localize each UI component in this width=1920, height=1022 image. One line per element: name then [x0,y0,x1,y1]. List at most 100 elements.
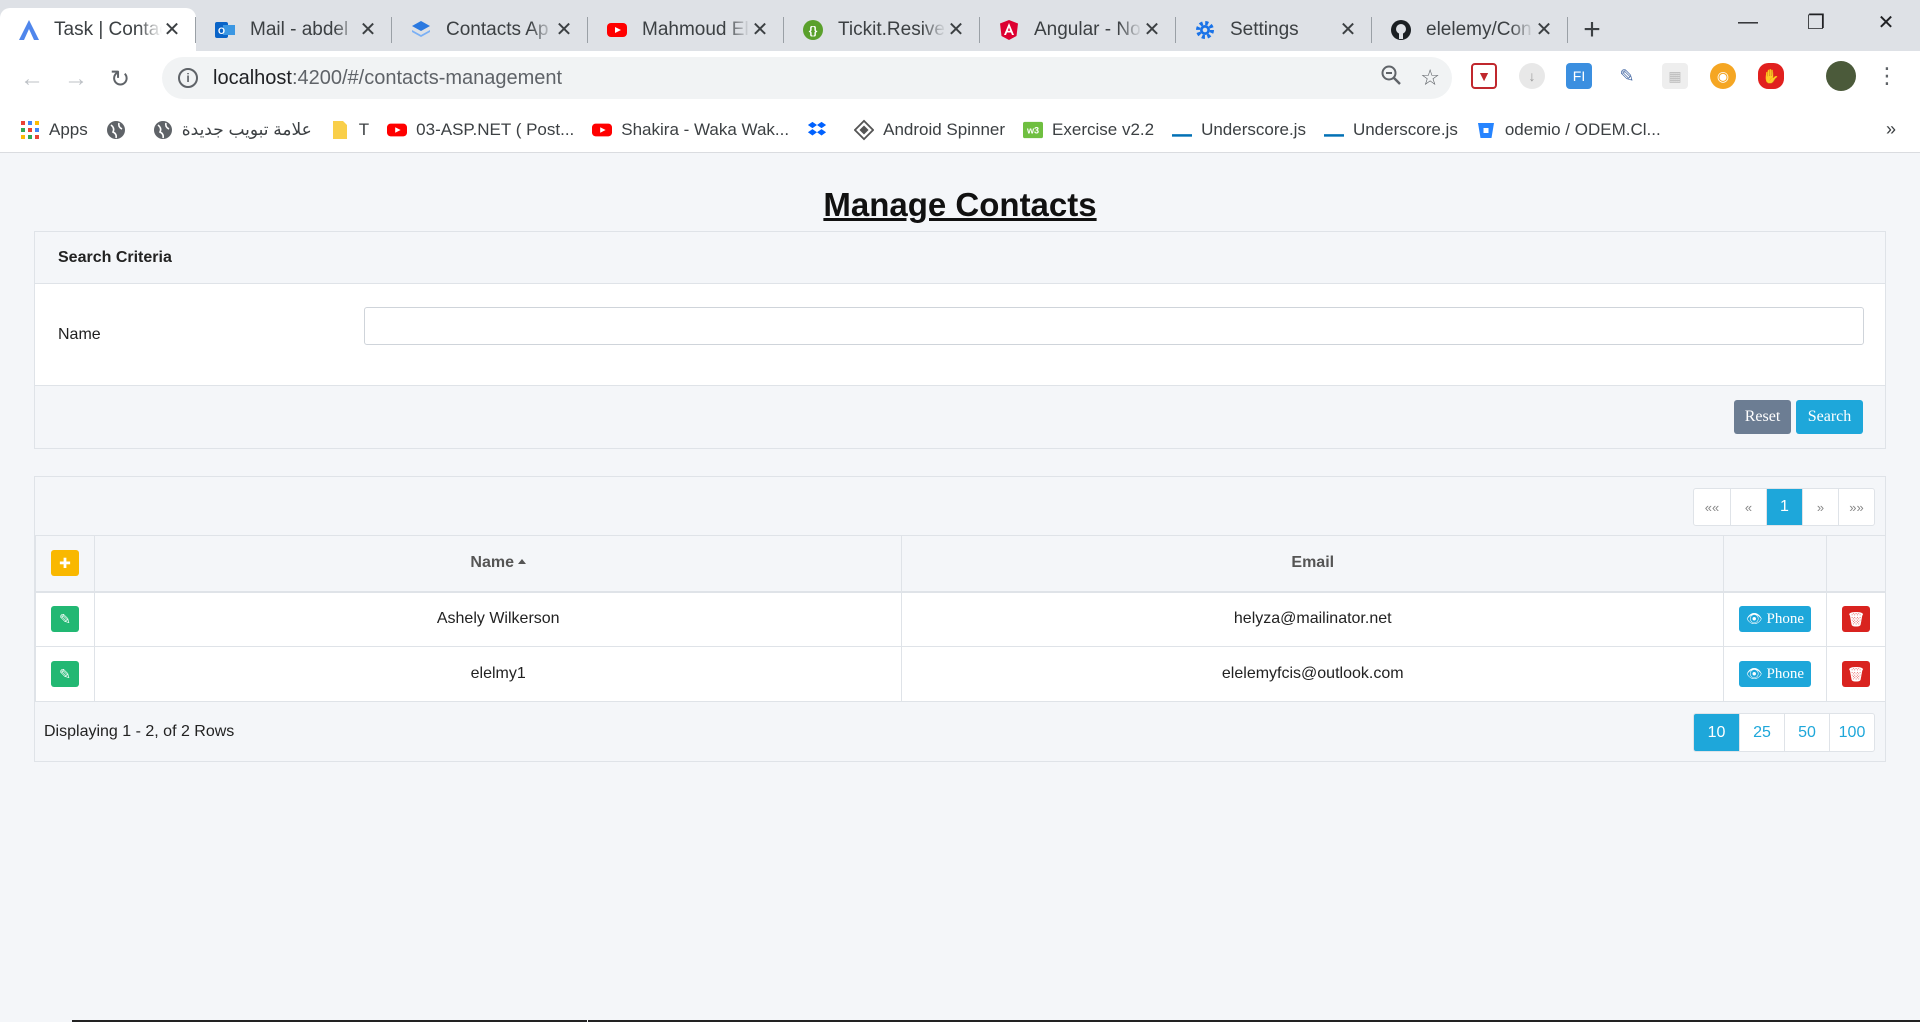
bookmark-shakira[interactable]: Shakira - Waka Wak... [592,120,789,140]
reset-button[interactable]: Reset [1734,400,1791,434]
svg-text:{}: {} [809,25,818,37]
bookmark-android-spinner[interactable]: Android Spinner [854,119,1005,140]
next-page-button[interactable]: » [1802,489,1838,525]
name-cell: elelmy1 [93,646,903,702]
angular-icon [998,19,1020,41]
minimize-button[interactable]: — [1714,0,1782,45]
first-page-button[interactable]: «« [1694,489,1730,525]
phone-button[interactable]: 👁 Phone [1738,606,1811,633]
browser-tab-1[interactable]: O Mail - abdel ✕ [196,8,392,51]
page-size-50[interactable]: 50 [1784,714,1829,751]
back-button[interactable]: ← [12,59,52,99]
close-icon[interactable]: ✕ [162,17,182,42]
bookmark-globe[interactable] [106,120,135,140]
forward-button[interactable]: → [56,59,96,99]
bookmark-aspnet[interactable]: 03-ASP.NET ( Post... [387,120,574,140]
page-button-current[interactable]: 1 [1766,489,1802,525]
add-contact-button[interactable]: ✚ [50,550,79,577]
close-icon[interactable]: ✕ [554,17,574,42]
browser-tab-2[interactable]: Contacts Ap ✕ [392,8,588,51]
download-extension-icon[interactable]: ↓ [1519,63,1545,89]
close-icon[interactable]: ✕ [750,17,770,42]
name-search-input[interactable] [364,307,1864,345]
info-icon[interactable]: i [178,68,198,88]
search-button[interactable]: Search [1796,400,1863,434]
svg-text:w3: w3 [1026,125,1039,135]
grid-extension-icon[interactable]: ▦ [1662,63,1688,89]
page-size-10[interactable]: 10 [1694,714,1739,751]
edit-button[interactable]: ✎ [50,606,79,633]
reload-button[interactable]: ↻ [100,59,140,99]
edit-icon: ✎ [59,610,71,627]
star-icon[interactable]: ☆ [1420,65,1440,91]
email-column-header[interactable]: Email [901,535,1725,593]
bitbucket-icon [1476,120,1496,140]
avatar[interactable] [1826,61,1856,91]
browser-tab-7[interactable]: elelemy/Con ✕ [1372,8,1568,51]
close-icon[interactable]: ✕ [358,17,378,42]
bookmark-new-tab-arabic[interactable]: علامة تبويب جديدة [153,120,312,140]
close-icon[interactable]: ✕ [1142,17,1162,42]
delete-button[interactable]: 🗑 [1841,661,1870,687]
close-icon[interactable]: ✕ [946,17,966,42]
globe-icon [106,120,126,140]
bookmarks-more-button[interactable]: » [1886,119,1896,140]
braces-icon: {} [802,19,824,41]
close-icon[interactable]: ✕ [1338,17,1358,42]
address-bar[interactable]: i localhost:4200/#/contacts-management ☆ [162,57,1452,99]
last-page-button[interactable]: »» [1838,489,1874,525]
browser-toolbar: ← → ↻ i localhost:4200/#/contacts-manage… [0,51,1920,107]
browser-tab-3[interactable]: Mahmoud El ✕ [588,8,784,51]
trash-icon: 🗑 [1847,665,1865,682]
prev-page-button[interactable]: « [1730,489,1766,525]
bookmark-dropbox[interactable] [807,120,836,140]
dropbox-icon [807,120,827,140]
add-column-header: ✚ [35,535,95,593]
bookmarks-bar: Apps علامة تبويب جديدة T 03-ASP.NET ( Po… [0,107,1920,153]
page-size-100[interactable]: 100 [1829,714,1874,751]
bookmark-odemio[interactable]: odemio / ODEM.Cl... [1476,120,1661,140]
url-text[interactable]: localhost:4200/#/contacts-management [213,67,562,90]
angular-a-icon [18,19,40,41]
phone-button[interactable]: 👁 Phone [1738,661,1811,687]
browser-tab-4[interactable]: {} Tickit.Resive ✕ [784,8,980,51]
browser-tab-0[interactable]: Task | Contac ✕ [0,8,196,51]
tab-title: Settings [1230,18,1299,40]
browser-tab-5[interactable]: Angular - No ✕ [980,8,1176,51]
globe-icon [153,120,173,140]
bookmark-underscore-1[interactable]: Underscore.js [1172,120,1306,140]
page-size-25[interactable]: 25 [1739,714,1784,751]
search-criteria-card: Search Criteria Name Reset Search [34,231,1886,449]
colorpick-extension-icon[interactable]: ◉ [1710,63,1736,89]
bookmark-folder-t[interactable]: T [330,120,369,140]
new-tab-button[interactable]: + [1572,8,1612,51]
youtube-icon [592,120,613,140]
tab-title: Contacts Ap [446,18,549,40]
bookmark-underscore-2[interactable]: Underscore.js [1323,120,1458,140]
browser-tab-6[interactable]: Settings ✕ [1176,8,1372,51]
folder-icon [330,120,350,140]
bookmark-exercise[interactable]: w3 Exercise v2.2 [1023,120,1154,140]
contacts-table: ✚ Name Email ✎ Ashely Wilkerson helyza@m… [35,535,1887,702]
fi-extension-icon[interactable]: FI [1566,63,1592,89]
rows-info-text: Displaying 1 - 2, of 2 Rows [44,723,235,740]
close-icon[interactable]: ✕ [1534,17,1554,42]
edit-icon: ✎ [59,665,71,682]
youtube-icon [387,120,408,140]
phone-column-header [1723,535,1827,593]
table-row: ✎ Ashely Wilkerson helyza@mailinator.net… [35,591,1887,647]
bookmark-apps[interactable]: Apps [20,120,88,140]
close-window-button[interactable]: ✕ [1852,0,1920,45]
name-form-row: Name [35,284,1885,386]
restore-button[interactable]: ❐ [1782,0,1850,45]
eyedropper-extension-icon[interactable]: ✎ [1614,63,1640,89]
adblock-extension-icon[interactable]: ✋ [1758,63,1784,89]
menu-dots-icon[interactable]: ⋮ [1876,63,1898,89]
edit-button[interactable]: ✎ [50,661,79,687]
delete-button[interactable]: 🗑 [1841,606,1870,633]
diamond-icon [854,119,875,140]
zoom-icon[interactable] [1380,64,1402,92]
layers-icon [410,19,432,41]
name-column-header[interactable]: Name [93,535,903,593]
shield-extension-icon[interactable]: ▼ [1471,63,1497,89]
